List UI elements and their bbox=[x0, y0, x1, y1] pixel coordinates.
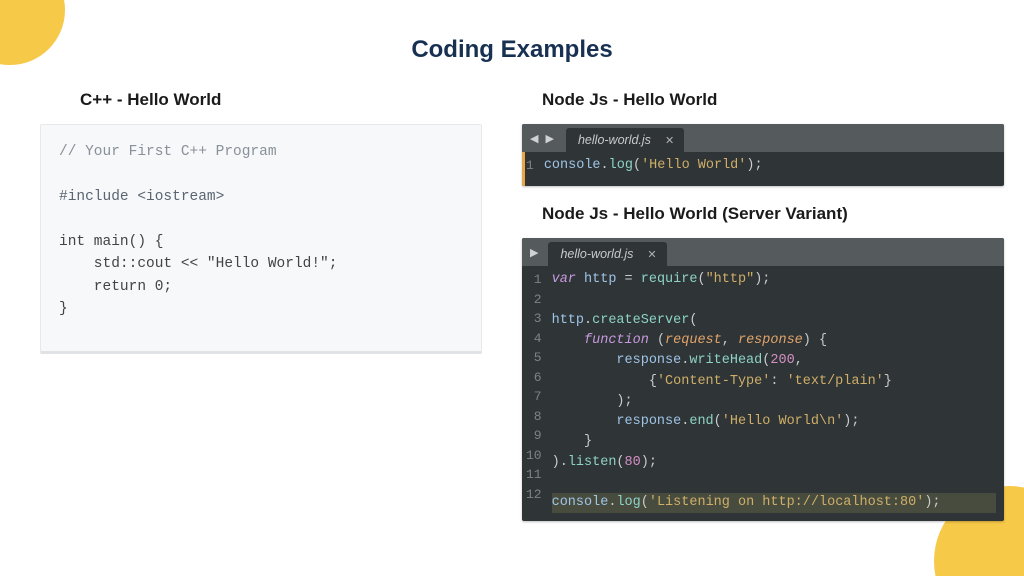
tok-log: log bbox=[609, 158, 633, 173]
page-title: Coding Examples bbox=[0, 36, 1024, 64]
line-num: 2 bbox=[526, 290, 542, 310]
cpp-section-title: C++ - Hello World bbox=[80, 90, 482, 110]
line-num: 7 bbox=[526, 387, 542, 407]
line-num: 1 bbox=[526, 156, 534, 176]
node2-editor: ▶ hello-world.js ✕ 1 2 3 4 5 6 7 bbox=[522, 238, 1004, 521]
node2-tabbar: ▶ hello-world.js ✕ bbox=[522, 238, 1004, 266]
line-num: 5 bbox=[526, 348, 542, 368]
node2-body: 1 2 3 4 5 6 7 8 9 10 11 12 var http = re… bbox=[522, 266, 1004, 521]
node2-tab[interactable]: hello-world.js ✕ bbox=[548, 242, 666, 266]
line-num: 3 bbox=[526, 309, 542, 329]
line-num: 12 bbox=[526, 485, 542, 505]
right-column: Node Js - Hello World ◀ ▶ hello-world.js… bbox=[512, 80, 1024, 576]
tok-str: 'Hello World' bbox=[641, 158, 746, 173]
content-grid: C++ - Hello World // Your First C++ Prog… bbox=[0, 80, 1024, 576]
node1-tab-label: hello-world.js bbox=[578, 133, 651, 147]
node2-gutter: 1 2 3 4 5 6 7 8 9 10 11 12 bbox=[526, 270, 552, 513]
node1-tab[interactable]: hello-world.js ✕ bbox=[566, 128, 684, 152]
cpp-l2: std::cout << "Hello World!"; bbox=[59, 256, 337, 272]
node1-section-title: Node Js - Hello World bbox=[542, 90, 1004, 110]
node1-tabbar: ◀ ▶ hello-world.js ✕ bbox=[522, 124, 1004, 152]
close-icon[interactable]: ✕ bbox=[647, 248, 656, 261]
cpp-include: #include <iostream> bbox=[59, 189, 224, 205]
line-num: 8 bbox=[526, 407, 542, 427]
tok-console: console bbox=[544, 158, 601, 173]
left-column: C++ - Hello World // Your First C++ Prog… bbox=[0, 80, 512, 576]
cpp-l3: return 0; bbox=[59, 279, 172, 295]
play-icon[interactable]: ▶ bbox=[530, 246, 538, 259]
line-num: 11 bbox=[526, 465, 542, 485]
cpp-comment: // Your First C++ Program bbox=[59, 144, 277, 160]
node2-section-title: Node Js - Hello World (Server Variant) bbox=[542, 204, 1004, 224]
line-num: 9 bbox=[526, 426, 542, 446]
cpp-code-block: // Your First C++ Program #include <iost… bbox=[40, 124, 482, 354]
line-num: 10 bbox=[526, 446, 542, 466]
line-num: 1 bbox=[526, 270, 542, 290]
cpp-l1: int main() { bbox=[59, 234, 163, 250]
node1-body: 1 console.log('Hello World'); bbox=[522, 152, 1004, 186]
node2-tab-label: hello-world.js bbox=[560, 247, 633, 261]
close-icon[interactable]: ✕ bbox=[665, 134, 674, 147]
nav-arrows-icon[interactable]: ◀ ▶ bbox=[530, 132, 556, 145]
line-num: 4 bbox=[526, 329, 542, 349]
cpp-l4: } bbox=[59, 301, 68, 317]
line-num: 6 bbox=[526, 368, 542, 388]
node2-code: var http = require("http"); http.createS… bbox=[552, 270, 996, 513]
node1-gutter: 1 bbox=[526, 156, 544, 176]
node1-code: console.log('Hello World'); bbox=[544, 156, 996, 176]
node1-editor: ◀ ▶ hello-world.js ✕ 1 console.log('Hell… bbox=[522, 124, 1004, 186]
